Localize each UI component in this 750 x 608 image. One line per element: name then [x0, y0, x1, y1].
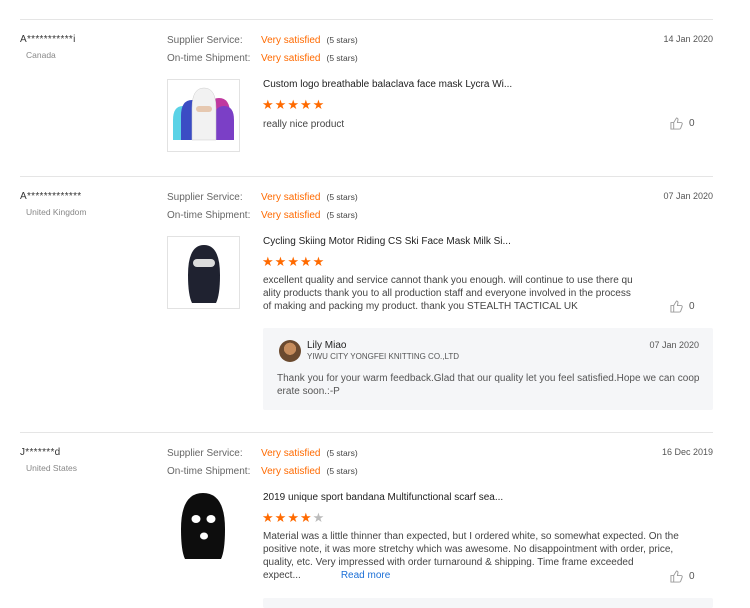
thumbs-up-icon — [670, 117, 683, 130]
product-thumbnail[interactable] — [167, 236, 240, 309]
review-text: Material was a little thinner than expec… — [263, 531, 679, 581]
star-icon: ★ — [274, 510, 288, 525]
like-count: 0 — [689, 571, 695, 582]
star-icon: ★ — [287, 97, 300, 112]
like-count: 0 — [689, 118, 695, 129]
reviewer-country: United States — [26, 463, 78, 473]
like-button[interactable]: 0 — [670, 570, 695, 583]
like-button[interactable]: 0 — [670, 300, 695, 313]
read-more-link[interactable]: Read more — [341, 570, 390, 581]
star-icon: ★ — [299, 254, 313, 269]
star-icon: ★ — [262, 510, 275, 525]
balaclava-image — [188, 245, 220, 303]
star-icon: ★ — [262, 254, 275, 269]
star-icon: ★ — [299, 510, 313, 525]
reviewer-country: United Kingdom — [26, 207, 87, 217]
review-date: 14 Jan 2020 — [663, 34, 713, 44]
reply-company: YIWU CITY YONGFEI KNITTING CO.,LTD — [307, 352, 460, 361]
product-title-link[interactable]: Custom logo breathable balaclava face ma… — [263, 79, 512, 90]
review-text: really nice product — [263, 119, 345, 130]
like-button[interactable]: 0 — [670, 117, 695, 130]
star-icon: ★ — [312, 510, 326, 525]
supplier-reply — [263, 598, 713, 608]
review-date: 16 Dec 2019 — [661, 447, 713, 457]
star-icon: ★ — [287, 510, 300, 525]
reviewer-name: J*******d — [20, 447, 61, 458]
like-count: 0 — [689, 301, 695, 312]
star-icon: ★ — [312, 97, 326, 112]
product-star-rating: ★★★★★ — [262, 98, 325, 111]
supplier-service-rating: Supplier Service: Very satisfied (5 stars) — [167, 192, 358, 203]
reply-date: 07 Jan 2020 — [649, 340, 699, 350]
star-icon: ★ — [299, 97, 313, 112]
star-icon: ★ — [262, 97, 275, 112]
reply-author: Lily Miao — [307, 340, 347, 351]
thumbs-up-icon — [670, 300, 683, 313]
product-title-link[interactable]: Cycling Skiing Motor Riding CS Ski Face … — [263, 236, 511, 247]
product-thumbnail[interactable] — [167, 79, 240, 152]
review-item: A***********i Canada Supplier Service: Ve… — [0, 20, 750, 175]
shipment-rating: On-time Shipment: Very satisfied (5 stars) — [167, 53, 358, 64]
star-icon: ★ — [312, 254, 326, 269]
reply-text: Thank you for your warm feedback.Glad th… — [277, 373, 700, 397]
review-item: A************* United Kingdom Supplier S… — [0, 177, 750, 431]
supplier-reply: Lily Miao YIWU CITY YONGFEI KNITTING CO.… — [263, 328, 713, 410]
product-star-rating: ★★★★★ — [262, 255, 325, 268]
reviewer-country: Canada — [26, 50, 56, 60]
supplier-service-rating: Supplier Service: Very satisfied (5 stars) — [167, 35, 358, 46]
reviewer-name: A************* — [20, 191, 82, 202]
shipment-rating: On-time Shipment: Very satisfied (5 stars) — [167, 210, 358, 221]
reviewer-name: A***********i — [20, 34, 76, 45]
shipment-rating: On-time Shipment: Very satisfied (5 stars) — [167, 466, 358, 477]
thumbs-up-icon — [670, 570, 683, 583]
avatar — [279, 340, 301, 362]
product-thumbnail[interactable] — [167, 489, 240, 562]
balaclava-group-image — [173, 87, 234, 141]
star-icon: ★ — [274, 97, 288, 112]
supplier-service-rating: Supplier Service: Very satisfied (5 stars) — [167, 448, 358, 459]
star-icon: ★ — [274, 254, 288, 269]
review-date: 07 Jan 2020 — [663, 191, 713, 201]
three-hole-balaclava-image — [181, 493, 225, 559]
product-title-link[interactable]: 2019 unique sport bandana Multifunctiona… — [263, 492, 503, 503]
review-text: excellent quality and service cannot tha… — [263, 275, 633, 312]
star-icon: ★ — [287, 254, 300, 269]
product-star-rating: ★★★★★ — [262, 511, 325, 524]
review-item: J*******d United States Supplier Service… — [0, 433, 750, 608]
